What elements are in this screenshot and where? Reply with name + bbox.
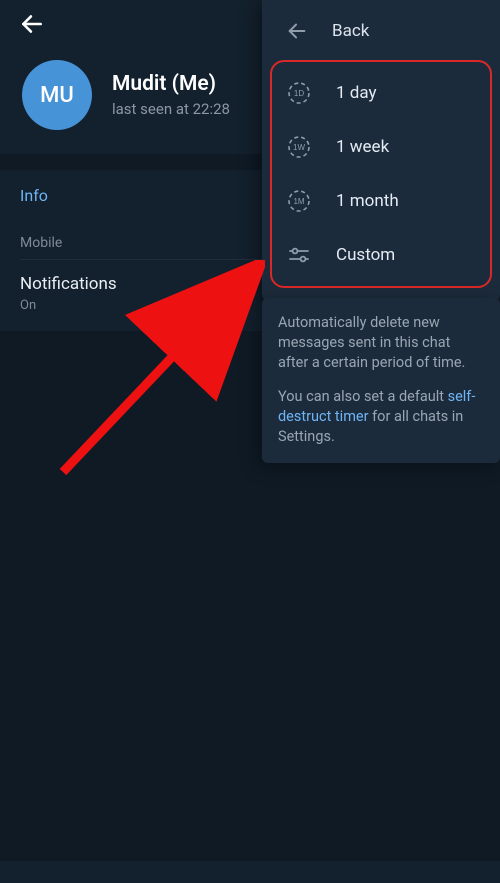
option-1-day[interactable]: 1D 1 day [272, 66, 490, 120]
arrow-left-icon [286, 20, 308, 42]
option-label: 1 day [336, 83, 377, 103]
option-label: Custom [336, 245, 395, 265]
last-seen: last seen at 22:28 [112, 100, 230, 118]
svg-text:1M: 1M [293, 197, 304, 206]
timer-1m-icon: 1M [286, 188, 312, 214]
avatar: MU [22, 60, 92, 130]
auto-delete-description: Automatically delete new messages sent i… [262, 298, 500, 463]
timer-1w-icon: 1W [286, 134, 312, 160]
svg-text:1W: 1W [293, 143, 305, 152]
arrow-left-icon [19, 11, 45, 37]
popup-back-label: Back [332, 21, 369, 41]
auto-delete-popup: Back 1D 1 day 1W 1 week [262, 0, 500, 302]
timer-1d-icon: 1D [286, 80, 312, 106]
profile-name: Mudit (Me) [112, 72, 230, 96]
option-1-week[interactable]: 1W 1 week [272, 120, 490, 174]
popup-back-button[interactable]: Back [262, 0, 500, 60]
avatar-initials: MU [40, 83, 74, 108]
options-highlight: 1D 1 day 1W 1 week 1M 1 month [270, 60, 492, 288]
back-button[interactable] [18, 10, 46, 38]
option-label: 1 week [336, 137, 389, 157]
option-label: 1 month [336, 191, 399, 211]
option-custom[interactable]: Custom [272, 228, 490, 282]
description-text-1: Automatically delete new messages sent i… [278, 313, 484, 373]
svg-text:1D: 1D [294, 89, 304, 98]
option-1-month[interactable]: 1M 1 month [272, 174, 490, 228]
sliders-icon [286, 242, 312, 268]
description-text-2: You can also set a default self-destruct… [278, 387, 484, 447]
